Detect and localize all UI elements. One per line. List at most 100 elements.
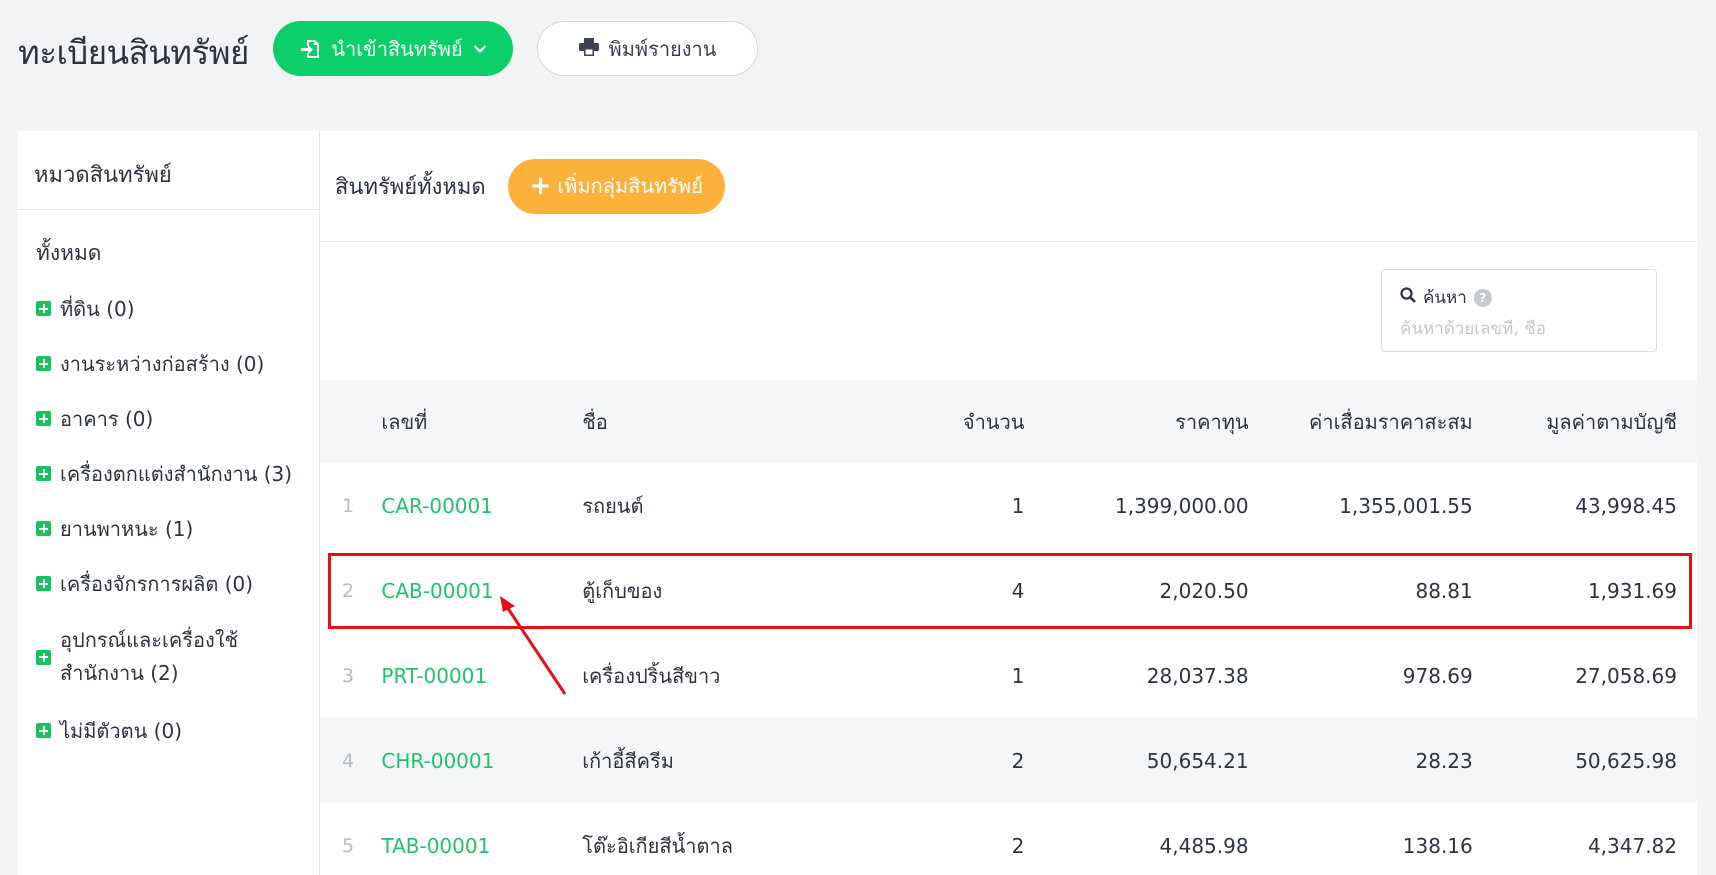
asset-table: เลขที่ ชื่อ จำนวน ราคาทุน ค่าเสื่อมราคาส… [320, 380, 1697, 875]
sidebar-item-label: ยานพาหนะ (1) [60, 516, 194, 541]
table-row[interactable]: 3 PRT-00001 เครื่องปริ้นสีขาว 1 28,037.3… [320, 633, 1697, 718]
asset-cost: 50,654.21 [1146, 748, 1249, 773]
printer-icon [578, 37, 599, 61]
sidebar-item-label: ที่ดิน (0) [60, 296, 135, 321]
asset-depreciation: 28.23 [1415, 748, 1473, 773]
asset-name: เก้าอี้สีครีม [582, 748, 674, 773]
table-row[interactable]: 5 TAB-00001 โต๊ะอิเกียสีน้ำตาล 2 4,485.9… [320, 803, 1697, 875]
row-index: 4 [342, 749, 355, 772]
sidebar-item-label: ไม่มีตัวตน (0) [60, 718, 182, 743]
add-asset-group-button[interactable]: + เพิ่มกลุ่มสินทรัพย์ [507, 158, 725, 214]
asset-code-link[interactable]: CHR-00001 [371, 718, 582, 803]
asset-cost: 28,037.38 [1146, 663, 1249, 688]
row-index: 3 [342, 664, 355, 687]
expand-plus-icon[interactable] [36, 301, 51, 316]
asset-depreciation: 138.16 [1402, 833, 1473, 858]
asset-name: รถยนต์ [582, 493, 644, 518]
asset-book-value: 27,058.69 [1575, 663, 1677, 688]
asset-depreciation: 1,355,001.55 [1339, 493, 1473, 518]
asset-qty: 2 [1011, 833, 1025, 858]
sidebar-item-label: เครื่องจักรการผลิต (0) [60, 571, 254, 596]
sidebar-item-land[interactable]: ที่ดิน (0) [18, 281, 319, 336]
search-label-text: ค้นหา [1423, 288, 1467, 308]
asset-book-value: 1,931.69 [1587, 578, 1677, 603]
asset-qty: 2 [1011, 748, 1025, 773]
table-header-row: เลขที่ ชื่อ จำนวน ราคาทุน ค่าเสื่อมราคาส… [320, 380, 1697, 463]
header-qty[interactable]: จำนวน [870, 380, 1025, 463]
table-row[interactable]: 1 CAR-00001 รถยนต์ 1 1,399,000.00 1,355,… [320, 463, 1697, 548]
row-index: 5 [342, 834, 355, 857]
header-code[interactable]: เลขที่ [371, 380, 582, 463]
sidebar-item-label: อาคาร (0) [60, 406, 154, 431]
asset-cost: 2,020.50 [1159, 578, 1249, 603]
add-asset-group-label: เพิ่มกลุ่มสินทรัพย์ [557, 174, 703, 198]
asset-book-value: 4,347.82 [1587, 833, 1677, 858]
asset-name: เครื่องปริ้นสีขาว [582, 663, 721, 688]
asset-depreciation: 978.69 [1402, 663, 1473, 688]
sidebar-item-intangible[interactable]: ไม่มีตัวตน (0) [18, 703, 319, 758]
asset-code-link[interactable]: CAR-00001 [371, 463, 582, 548]
chevron-down-icon [473, 44, 487, 54]
import-assets-label: นำเข้าสินทรัพย์ [331, 36, 463, 61]
asset-code-link[interactable]: TAB-00001 [371, 803, 582, 875]
sidebar-item-construction[interactable]: งานระหว่างก่อสร้าง (0) [18, 336, 319, 391]
print-report-button[interactable]: พิมพ์รายงาน [537, 21, 758, 76]
asset-qty: 1 [1011, 493, 1025, 518]
header-book-value[interactable]: มูลค่าตามบัญชี [1473, 380, 1697, 463]
sidebar-item-office-furniture[interactable]: เครื่องตกแต่งสำนักงาน (3) [18, 446, 319, 501]
sidebar-item-label: อุปกรณ์และเครื่องใช้ สำนักงาน (2) [60, 628, 239, 685]
sidebar-item-all[interactable]: ทั้งหมด [18, 226, 319, 281]
sidebar-title: หมวดสินทรัพย์ [18, 131, 319, 210]
expand-plus-icon[interactable] [36, 576, 51, 591]
plus-icon: + [529, 171, 552, 201]
asset-qty: 1 [1011, 663, 1025, 688]
header-cost[interactable]: ราคาทุน [1024, 380, 1248, 463]
search-input[interactable] [1400, 319, 1630, 339]
assets-panel: สินทรัพย์ทั้งหมด + เพิ่มกลุ่มสินทรัพย์ ค… [320, 131, 1697, 875]
asset-register-page: ทะเบียนสินทรัพย์ นำเข้าสินทรัพย์ พิมพ์รา… [0, 0, 1716, 875]
expand-plus-icon[interactable] [36, 356, 51, 371]
print-report-label: พิมพ์รายงาน [608, 36, 717, 61]
category-sidebar: หมวดสินทรัพย์ ทั้งหมด ที่ดิน (0) งานระหว… [18, 131, 320, 875]
asset-code-link[interactable]: PRT-00001 [371, 633, 582, 718]
table-row[interactable]: 2 CAB-00001 ตู้เก็บของ 4 2,020.50 88.81 … [320, 548, 1697, 633]
sidebar-item-building[interactable]: อาคาร (0) [18, 391, 319, 446]
expand-plus-icon[interactable] [36, 411, 51, 426]
asset-name: ตู้เก็บของ [582, 578, 663, 603]
asset-qty: 4 [1011, 578, 1025, 603]
row-index: 1 [342, 494, 355, 517]
row-index: 2 [342, 579, 355, 602]
asset-cost: 4,485.98 [1159, 833, 1249, 858]
asset-name: โต๊ะอิเกียสีน้ำตาล [582, 833, 733, 858]
header-index [320, 380, 371, 463]
sidebar-item-machinery[interactable]: เครื่องจักรการผลิต (0) [18, 556, 319, 611]
asset-depreciation: 88.81 [1415, 578, 1473, 603]
search-box[interactable]: ค้นหา ? [1381, 269, 1657, 352]
expand-plus-icon[interactable] [36, 723, 51, 738]
asset-book-value: 43,998.45 [1575, 493, 1677, 518]
assets-panel-header: สินทรัพย์ทั้งหมด + เพิ่มกลุ่มสินทรัพย์ [320, 131, 1697, 242]
page-header: ทะเบียนสินทรัพย์ นำเข้าสินทรัพย์ พิมพ์รา… [0, 0, 1716, 110]
header-depreciation[interactable]: ค่าเสื่อมราคาสะสม [1249, 380, 1473, 463]
header-name[interactable]: ชื่อ [582, 380, 870, 463]
import-icon [299, 38, 321, 60]
asset-book-value: 50,625.98 [1575, 748, 1677, 773]
sidebar-item-label: งานระหว่างก่อสร้าง (0) [60, 351, 265, 376]
search-area: ค้นหา ? [320, 242, 1697, 380]
import-assets-button[interactable]: นำเข้าสินทรัพย์ [273, 21, 513, 76]
expand-plus-icon[interactable] [36, 649, 51, 665]
sidebar-item-label: เครื่องตกแต่งสำนักงาน (3) [60, 461, 293, 486]
search-label: ค้นหา ? [1400, 284, 1638, 311]
asset-code-link[interactable]: CAB-00001 [371, 548, 582, 633]
expand-plus-icon[interactable] [36, 466, 51, 481]
assets-panel-title: สินทรัพย์ทั้งหมด [335, 174, 486, 200]
table-row[interactable]: 4 CHR-00001 เก้าอี้สีครีม 2 50,654.21 28… [320, 718, 1697, 803]
search-icon [1400, 287, 1416, 308]
sidebar-item-vehicle[interactable]: ยานพาหนะ (1) [18, 501, 319, 556]
sidebar-item-office-equipment[interactable]: อุปกรณ์และเครื่องใช้ สำนักงาน (2) [18, 611, 319, 703]
help-icon[interactable]: ? [1473, 288, 1492, 307]
asset-cost: 1,399,000.00 [1114, 493, 1249, 518]
expand-plus-icon[interactable] [36, 521, 51, 536]
page-title: ทะเบียนสินทรัพย์ [18, 33, 249, 72]
category-list: ทั้งหมด ที่ดิน (0) งานระหว่างก่อสร้าง (0… [18, 210, 319, 758]
